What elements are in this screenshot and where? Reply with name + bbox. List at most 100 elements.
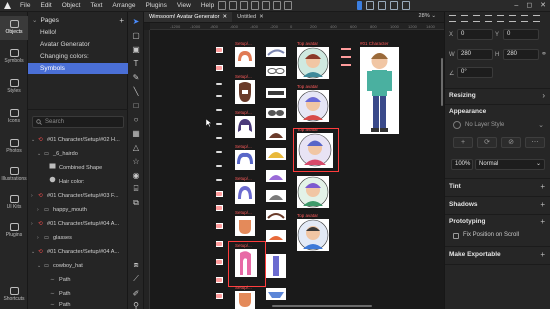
character-artboard[interactable]: [360, 47, 399, 134]
hair-artboard[interactable]: [235, 116, 255, 138]
rail-illustrations[interactable]: Illustrations: [0, 164, 28, 186]
layer-search-field[interactable]: Search: [32, 116, 124, 128]
line-tool-icon[interactable]: ╲: [131, 86, 141, 96]
accessory-artboard[interactable]: [266, 170, 286, 182]
rotation-field[interactable]: 0°: [457, 67, 493, 78]
resizing-section[interactable]: Resizing ›: [449, 90, 547, 100]
align-left-icon[interactable]: [449, 15, 456, 22]
rectangle-tool-icon[interactable]: □: [131, 100, 141, 110]
artboard-label[interactable]: Setup/...: [235, 176, 252, 181]
symbol-thumb[interactable]: [216, 65, 223, 71]
align-right-icon[interactable]: [473, 15, 480, 22]
menu-help[interactable]: Help: [196, 0, 219, 12]
lock-ratio-icon[interactable]: ⚭: [541, 50, 547, 58]
hair-artboard[interactable]: [235, 47, 255, 67]
accessory-artboard[interactable]: [266, 148, 286, 160]
add-link-icon[interactable]: +: [540, 217, 545, 226]
symbol-thumb[interactable]: [216, 293, 223, 299]
tab-untitled[interactable]: Untitled ✕: [232, 12, 269, 22]
difference-icon[interactable]: [251, 1, 259, 10]
grid-tool-icon[interactable]: ▦: [131, 128, 141, 138]
artboard-label[interactable]: Top avatar: [297, 41, 318, 46]
distribute-vertical-icon[interactable]: [533, 15, 540, 22]
rail-styles[interactable]: Styles: [0, 76, 28, 98]
hair-artboard[interactable]: [235, 182, 255, 204]
align-top-icon[interactable]: [485, 15, 492, 22]
maximize-icon[interactable]: ◻: [526, 0, 532, 12]
align-center-icon[interactable]: [461, 15, 468, 22]
rail-ui-kits[interactable]: UI Kits: [0, 192, 28, 214]
union-icon[interactable]: [218, 1, 226, 10]
eyedropper-tool-icon[interactable]: ⟋: [131, 274, 141, 284]
fix-position-checkbox[interactable]: [453, 233, 459, 239]
accessory-artboard[interactable]: [266, 254, 286, 278]
chevron-down-icon[interactable]: ⌄: [538, 121, 544, 129]
symbol-thumb[interactable]: [216, 165, 223, 169]
mirror-icon[interactable]: [378, 1, 386, 10]
distribute-icon[interactable]: [521, 15, 528, 22]
close-tab-icon[interactable]: ✕: [222, 12, 227, 22]
minimize-icon[interactable]: –: [514, 0, 518, 12]
beard-artboard[interactable]: [235, 291, 255, 309]
shadows-section[interactable]: Shadows +: [449, 199, 547, 209]
preview-icon[interactable]: [390, 1, 398, 10]
rail-photos[interactable]: Photos: [0, 136, 28, 158]
symbol-thumb[interactable]: [216, 223, 223, 229]
artboard-label[interactable]: Setup/...: [235, 74, 252, 79]
symbol-thumb[interactable]: [216, 151, 223, 155]
accessory-artboard[interactable]: [266, 128, 286, 140]
artboard-label[interactable]: Setup/...: [235, 243, 252, 248]
accessory-artboard[interactable]: [266, 66, 286, 76]
layer-row[interactable]: › ⟲ #01 Character/Setup/#03 F...: [28, 190, 128, 203]
align-bottom-icon[interactable]: [509, 15, 516, 22]
layer-row[interactable]: ∼ Path: [28, 288, 128, 301]
page-item[interactable]: Hello!: [28, 27, 128, 38]
symbol-thumb[interactable]: [216, 259, 223, 265]
comment-tool-icon[interactable]: ◉: [131, 170, 141, 180]
rail-icons[interactable]: Icons: [0, 106, 28, 128]
cloud-icon[interactable]: [402, 1, 410, 10]
zoom-control[interactable]: 28% ⌄: [419, 13, 436, 19]
layer-row[interactable]: Hair color:: [28, 176, 128, 189]
add-tint-icon[interactable]: +: [540, 182, 545, 191]
add-page-icon[interactable]: +: [119, 16, 124, 25]
artboard-tool-icon[interactable]: ▢: [131, 30, 141, 40]
layer-row[interactable]: ∼ Path: [28, 302, 128, 309]
canvas[interactable]: Setup/... Setup/... Setup/... Setup/... …: [150, 30, 444, 309]
symbol-thumb[interactable]: [216, 123, 223, 127]
menu-file[interactable]: File: [15, 0, 35, 12]
symbol-thumb[interactable]: [216, 83, 223, 87]
artboard-label[interactable]: Setup/...: [235, 144, 252, 149]
rail-shortcuts[interactable]: Shortcuts: [0, 284, 28, 306]
symbol-thumb[interactable]: [216, 277, 223, 283]
artboard-label[interactable]: Setup/...: [235, 41, 252, 46]
scissors-icon[interactable]: [284, 1, 292, 10]
flatten-icon[interactable]: [262, 1, 270, 10]
align-middle-icon[interactable]: [497, 15, 504, 22]
menu-text[interactable]: Text: [85, 0, 107, 12]
frame-icon[interactable]: [366, 1, 374, 10]
accessory-artboard[interactable]: [266, 288, 286, 300]
accessory-artboard[interactable]: [266, 108, 286, 118]
panel-divider[interactable]: [28, 109, 128, 110]
symbol-thumb[interactable]: [216, 137, 223, 141]
menu-view[interactable]: View: [172, 0, 196, 12]
add-export-icon[interactable]: +: [540, 250, 545, 259]
chevron-down-icon[interactable]: ⌄: [32, 16, 37, 24]
oval-tool-icon[interactable]: ○: [131, 114, 141, 124]
height-field[interactable]: 280: [503, 49, 539, 60]
menu-arrange[interactable]: Arrange: [107, 0, 140, 12]
artboard-label[interactable]: Top avatar: [297, 84, 318, 89]
symbol-thumb[interactable]: [216, 179, 223, 183]
star-tool-icon[interactable]: ☆: [131, 156, 141, 166]
layer-row[interactable]: › ⟲ #01 Character/Setup/#04 A...: [28, 218, 128, 231]
page-item[interactable]: Changing colors:: [28, 51, 128, 62]
add-shadow-icon[interactable]: +: [540, 200, 545, 209]
triangle-tool-icon[interactable]: △: [131, 142, 141, 152]
layer-row[interactable]: ⌄ ▭ _6_hairdo: [28, 148, 128, 161]
x-field[interactable]: 0: [457, 29, 493, 40]
symbol-thumb[interactable]: [216, 95, 223, 99]
more-style-button[interactable]: ⋯: [525, 137, 545, 148]
layer-row[interactable]: ⌄ ⟲ #01 Character/Setup/#02 H...: [28, 134, 128, 147]
page-item[interactable]: Avatar Generator: [28, 39, 128, 50]
